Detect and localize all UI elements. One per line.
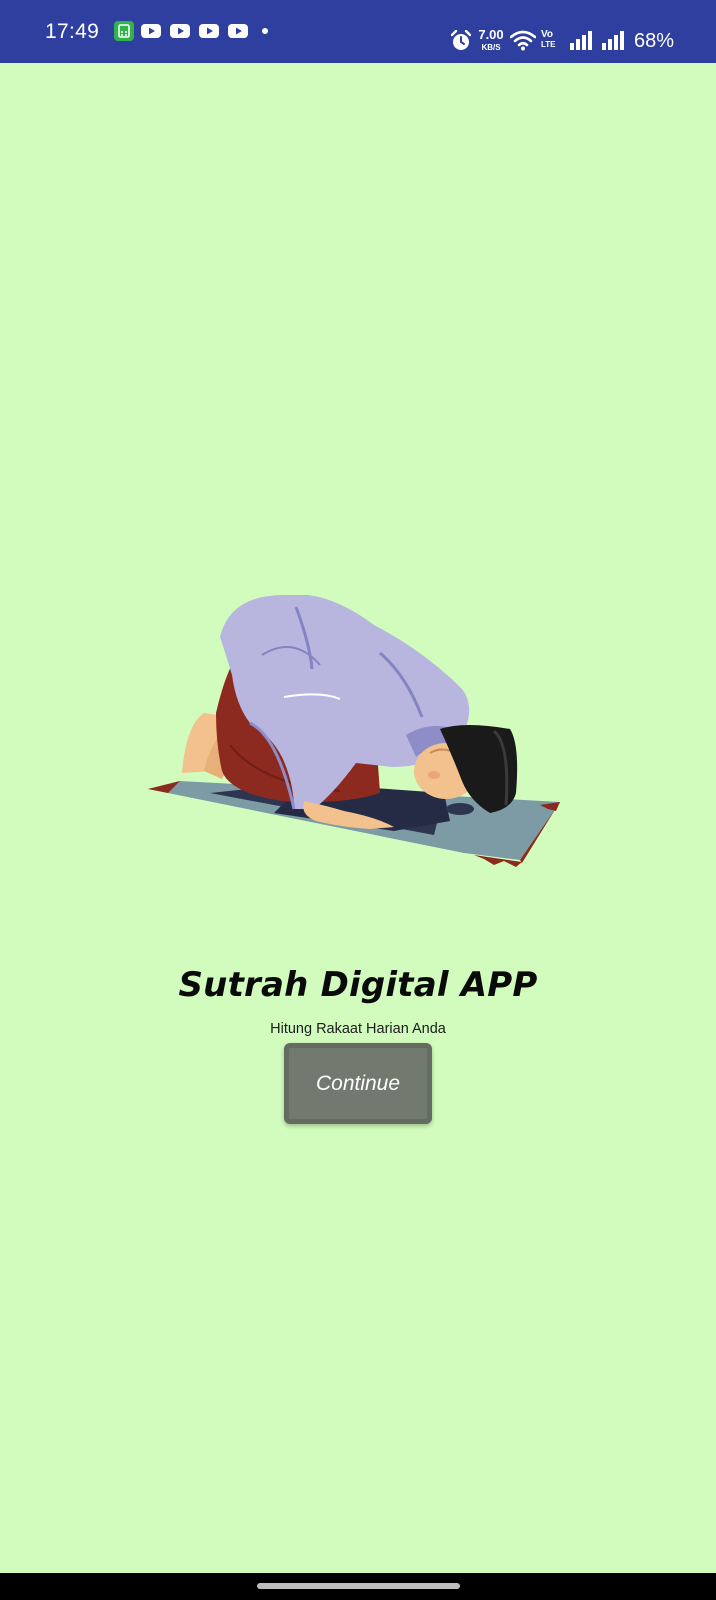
- home-indicator[interactable]: [257, 1583, 460, 1589]
- continue-button[interactable]: Continue: [284, 1043, 432, 1124]
- signal-strength-icon: [602, 31, 624, 50]
- youtube-icon: [141, 24, 161, 38]
- network-speed-unit: KB/S: [481, 43, 501, 52]
- status-bar: 17:49 7.00 KB/S Vo LTE 68%: [0, 0, 716, 63]
- navigation-bar: [0, 1573, 716, 1600]
- signal-strength-icon: [570, 31, 592, 50]
- app-title: Sutrah Digital APP: [178, 965, 538, 1005]
- app-subtitle: Hitung Rakaat Harian Anda: [270, 1021, 446, 1037]
- wifi-icon: [510, 30, 536, 51]
- volte-indicator: Vo LTE: [541, 29, 556, 50]
- youtube-icon: [170, 24, 190, 38]
- alarm-icon: [451, 30, 471, 50]
- more-notifications-dot: [262, 28, 268, 34]
- youtube-icon: [199, 24, 219, 38]
- youtube-icon: [228, 24, 248, 38]
- battery-level: 68%: [634, 30, 675, 52]
- network-speed: 7.00: [478, 27, 504, 42]
- app-notification-icon: [114, 21, 134, 41]
- praying-man-illustration: [148, 595, 560, 867]
- status-time: 17:49: [45, 20, 100, 43]
